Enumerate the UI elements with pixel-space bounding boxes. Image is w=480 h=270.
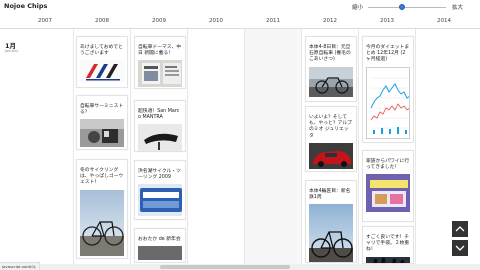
card-title[interactable]: 家族からパワイに行ってきました！ (366, 159, 410, 171)
scroll-down-button[interactable] (452, 240, 468, 256)
zoom-slider-thumb[interactable] (399, 4, 405, 10)
post-card[interactable]: 超快適！San Marco MANTRA (134, 100, 186, 152)
site-logo[interactable]: Nojoe Chips (4, 2, 47, 10)
year-label[interactable]: 2012 (323, 18, 337, 24)
year-label[interactable]: 2009 (152, 18, 166, 24)
card-thumbnail[interactable] (138, 246, 182, 261)
card-thumbnail[interactable] (366, 256, 410, 263)
card-thumbnail[interactable] (80, 189, 124, 256)
column-divider (244, 29, 245, 264)
post-card[interactable]: いよいよ？そしても、やっと？アルプのミオ ジュリエッタ (305, 106, 357, 172)
card-meta (309, 110, 353, 113)
post-card[interactable]: 冬のサイクリングは、やっぱしゴーウェスト！ (76, 159, 128, 259)
post-card[interactable]: あけましておめでとうございます (76, 36, 128, 88)
card-thumbnail[interactable] (366, 66, 410, 139)
column-divider (415, 29, 416, 264)
card-meta (309, 40, 353, 43)
zoom-out-label[interactable]: 縮小 (352, 3, 363, 11)
chevron-up-icon (455, 226, 465, 232)
card-thumbnail[interactable] (309, 204, 353, 262)
post-card[interactable]: 自転車ドーマス、中日 新聞に載る！ (134, 36, 186, 89)
card-meta (80, 40, 124, 43)
status-bar: javascript:void(0); (0, 262, 40, 270)
zoom-in-label[interactable]: 拡大 (452, 3, 463, 11)
card-meta (80, 99, 124, 102)
card-title[interactable]: 自転車ドーマス、中日 新聞に載る！ (138, 45, 182, 57)
card-thumbnail[interactable] (309, 66, 353, 97)
card-title[interactable]: おおたか de 新年会 (138, 237, 182, 243)
card-meta (138, 104, 182, 107)
card-thumbnail[interactable] (366, 174, 410, 213)
card-meta (366, 40, 410, 43)
top-bar: Nojoe Chips 縮小 拡大 (0, 0, 480, 15)
card-meta (138, 40, 182, 43)
card-title[interactable]: 今月のダイエットまとめ 12年12月 (2ヶ月経過) (366, 45, 410, 64)
post-card[interactable]: 浜名湖サイクル・ツーリング 2009 (134, 160, 186, 220)
card-thumbnail[interactable] (80, 119, 124, 148)
post-card[interactable]: 本体4-8日目：元旦 石原自転車 (養毛のこあいさつ) (305, 36, 357, 102)
card-meta (138, 232, 182, 235)
card-thumbnail[interactable] (138, 124, 182, 151)
post-card[interactable]: すごく良いです！チャリで手袋。２枚重ね！ (362, 226, 414, 264)
card-title[interactable]: 超快適！San Marco MANTRA (138, 109, 182, 121)
year-label[interactable]: 2013 (380, 18, 394, 24)
column-divider (130, 29, 131, 264)
year-label[interactable]: 2014 (437, 18, 451, 24)
card-title[interactable]: 浜名湖サイクル・ツーリング 2009 (138, 169, 182, 181)
month-sublabel: January (5, 49, 19, 53)
card-thumbnail[interactable] (309, 142, 353, 169)
year-label[interactable]: 2011 (266, 18, 280, 24)
column-divider (73, 29, 74, 264)
column-shade (245, 29, 301, 264)
scroll-up-button[interactable] (452, 221, 468, 237)
column-divider (187, 29, 188, 264)
column-divider (358, 29, 359, 264)
card-meta (366, 230, 410, 233)
card-meta (366, 154, 410, 157)
scrollbar-thumb[interactable] (160, 265, 290, 269)
chevron-down-icon (455, 245, 465, 251)
post-card[interactable]: 今月のダイエットまとめ 12年12月 (2ヶ月経過) (362, 36, 414, 143)
card-title[interactable]: 冬のサイクリングは、やっぱしゴーウェスト！ (80, 168, 124, 187)
year-axis: 2007 2008 2009 2010 2011 2012 2013 2014 (0, 14, 480, 29)
card-title[interactable]: 本体4-8日目：元旦 石原自転車 (養毛のこあいさつ) (309, 45, 353, 64)
year-label[interactable]: 2008 (95, 18, 109, 24)
card-thumbnail[interactable] (80, 60, 124, 83)
card-title[interactable]: あけましておめでとうございます (80, 45, 124, 57)
card-meta (138, 164, 182, 167)
zoom-slider-track[interactable] (368, 7, 446, 8)
card-title[interactable]: いよいよ？そしても、やっと？アルプのミオ ジュリエッタ (309, 115, 353, 140)
card-meta (309, 184, 353, 187)
card-title[interactable]: 本体4輪匠目：新名 鉄1周 (309, 189, 353, 201)
card-title[interactable]: すごく良いです！チャリで手袋。２枚重ね！ (366, 235, 410, 254)
card-title[interactable]: 自転車サーミニスト る？ (80, 104, 124, 116)
year-label[interactable]: 2010 (209, 18, 223, 24)
post-card[interactable]: おおたか de 新年会 (134, 228, 186, 263)
year-label[interactable]: 2007 (38, 18, 52, 24)
card-thumbnail[interactable] (138, 184, 182, 217)
column-divider (301, 29, 302, 264)
post-card[interactable]: 自転車サーミニスト る？ (76, 95, 128, 150)
post-card[interactable]: 家族からパワイに行ってきました！ (362, 150, 414, 222)
post-card[interactable]: 本体4輪匠目：新名 鉄1周 (305, 180, 357, 263)
horizontal-scrollbar[interactable] (0, 264, 480, 270)
card-thumbnail[interactable] (138, 60, 182, 88)
card-meta (80, 163, 124, 166)
